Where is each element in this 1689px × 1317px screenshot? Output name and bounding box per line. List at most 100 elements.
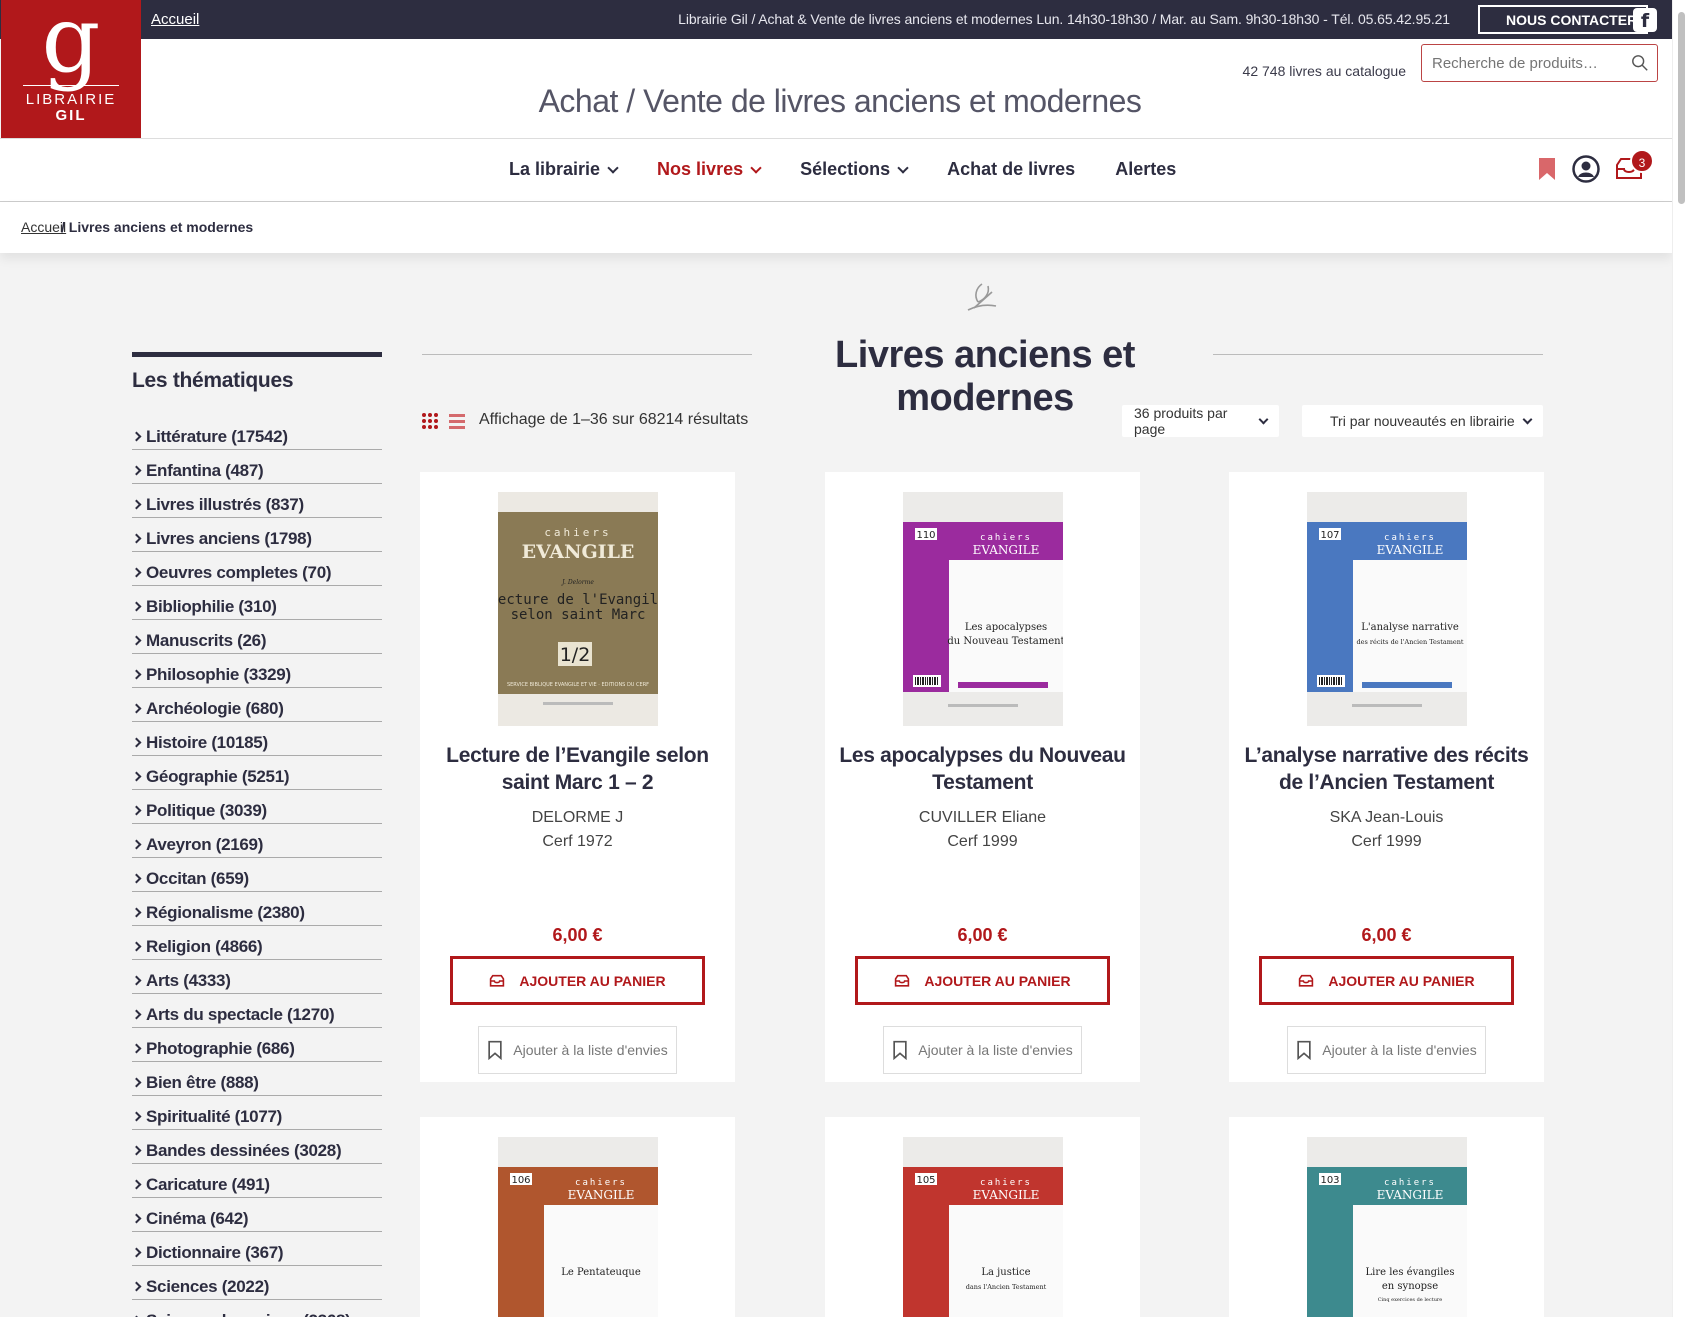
logo-line2: GIL (55, 107, 87, 124)
sidebar-category-item[interactable]: Dictionnaire (367) (131, 1232, 382, 1266)
svg-text:cahiers: cahiers (544, 526, 611, 539)
grid-view-icon[interactable] (421, 412, 439, 430)
sidebar-category-item[interactable]: Livres anciens (1798) (131, 518, 382, 552)
sidebar-title: Les thématiques (132, 369, 294, 392)
chevron-right-icon (131, 1077, 142, 1088)
top-home-link[interactable]: Accueil (151, 11, 199, 28)
svg-text:cahiers: cahiers (980, 533, 1032, 543)
product-title[interactable]: Lecture de l’Evangile selon saint Marc 1… (430, 742, 725, 796)
book-cover-image[interactable]: cahiers EVANGILE J. Delorme lecture de l'Ev… (498, 492, 658, 726)
breadcrumb-home[interactable]: Accueil (21, 219, 66, 235)
add-to-cart-button[interactable]: AJOUTER AU PANIER (1259, 956, 1514, 1005)
account-icon[interactable] (1572, 155, 1600, 183)
sidebar-category-item[interactable]: Manuscrits (26) (131, 620, 382, 654)
chevron-down-icon (607, 161, 619, 174)
wishlist-label: Ajouter à la liste d'envies (918, 1042, 1073, 1058)
sidebar-category-item[interactable]: Archéologie (680) (131, 688, 382, 722)
sidebar-category-item[interactable]: Aveyron (2169) (131, 824, 382, 858)
product-title[interactable]: L’analyse narrative des récits de l’Anci… (1239, 742, 1534, 796)
add-to-wishlist-button[interactable]: Ajouter à la liste d'envies (1287, 1026, 1486, 1074)
book-cover-image[interactable]: 107 cahiersEVANGILE L'analyse narrative des… (1307, 492, 1467, 726)
product-card[interactable]: 105 cahiers EVANGILE La justice dans l'Ancie… (825, 1117, 1140, 1317)
svg-text:110: 110 (916, 530, 935, 541)
chevron-right-icon (131, 533, 142, 544)
category-label: Sciences humaines (2368) (146, 1311, 351, 1317)
sidebar-category-item[interactable]: Régionalisme (2380) (131, 892, 382, 926)
scrollbar-thumb[interactable] (1678, 12, 1685, 204)
sidebar-category-item[interactable]: Livres illustrés (837) (131, 484, 382, 518)
logo-line1: LIBRAIRIE (25, 91, 117, 108)
nav-nos-livres[interactable]: Nos livres (657, 159, 762, 180)
add-to-cart-button[interactable]: AJOUTER AU PANIER (450, 956, 705, 1005)
sidebar-category-item[interactable]: Occitan (659) (131, 858, 382, 892)
sidebar-category-item[interactable]: Photographie (686) (131, 1028, 382, 1062)
sidebar-category-item[interactable]: Spiritualité (1077) (131, 1096, 382, 1130)
nav-selections[interactable]: Sélections (800, 159, 909, 180)
svg-text:des récits de l'Ancien Testame: des récits de l'Ancien Testament (1356, 638, 1463, 646)
book-cover-image[interactable]: 103 cahiersEVANGILE Lire les évangiles en s… (1307, 1137, 1467, 1317)
sidebar-category-item[interactable]: Arts du spectacle (1270) (131, 994, 382, 1028)
category-label: Arts du spectacle (1270) (146, 1004, 335, 1024)
category-label: Géographie (5251) (146, 766, 290, 786)
product-title[interactable]: Les apocalypses du Nouveau Testament (835, 742, 1130, 796)
sidebar-category-item[interactable]: Bibliophilie (310) (131, 586, 382, 620)
category-label: Littérature (17542) (146, 426, 288, 446)
product-author: SKA Jean-Louis (1329, 809, 1444, 826)
product-card[interactable]: cahiers EVANGILE J. Delorme lecture de l'Ev… (420, 472, 735, 1082)
add-to-cart-label: AJOUTER AU PANIER (924, 972, 1071, 989)
product-author: CUVILLER Eliane (918, 809, 1047, 826)
chevron-right-icon (131, 737, 142, 748)
chevron-right-icon (131, 873, 142, 884)
sidebar-category-item[interactable]: Politique (3039) (131, 790, 382, 824)
contact-button[interactable]: NOUS CONTACTER (1478, 5, 1648, 34)
add-to-wishlist-button[interactable]: Ajouter à la liste d'envies (478, 1026, 677, 1074)
nav-la-librairie[interactable]: La librairie (509, 159, 619, 180)
facebook-icon[interactable]: f (1633, 8, 1657, 32)
sidebar-category-item[interactable]: Caricature (491) (131, 1164, 382, 1198)
sort-select[interactable]: Tri par nouveautés en librairie (1302, 405, 1543, 437)
chevron-down-icon (1258, 414, 1269, 424)
sidebar-category-item[interactable]: Géographie (5251) (131, 756, 382, 790)
product-card[interactable]: 110 cahiers EVANGILE Les apocalypses du Nouv… (825, 472, 1140, 1082)
product-card[interactable]: 107 cahiers EVANGILE L'analyse narrative des… (1229, 472, 1544, 1082)
per-page-value: 36 produits par page (1134, 405, 1228, 437)
product-card[interactable]: 106 cahiers EVANGILE Le Pentateuque (420, 1117, 735, 1317)
bookmark-icon[interactable] (1538, 157, 1556, 181)
svg-text:EVANGILE: EVANGILE (568, 1188, 635, 1202)
chevron-right-icon (131, 567, 142, 578)
svg-text:107: 107 (1320, 530, 1339, 541)
svg-text:dans l'Ancien Testament: dans l'Ancien Testament (966, 1283, 1047, 1291)
search-input[interactable] (1422, 45, 1622, 81)
book-cover-image[interactable]: 110 cahiersEVANGILE Les apocalypses du Nouv… (903, 492, 1063, 726)
scrollbar[interactable] (1672, 0, 1689, 1317)
svg-text:EVANGILE: EVANGILE (1377, 1188, 1444, 1202)
book-cover-image[interactable]: 105 cahiersEVANGILE La justice dans l'Ancie… (903, 1137, 1063, 1317)
nav-achat-de-livres[interactable]: Achat de livres (947, 159, 1075, 180)
sidebar-category-item[interactable]: Bien être (888) (131, 1062, 382, 1096)
book-cover-image[interactable]: 106 cahiersEVANGILE Le Pentateuque (498, 1137, 658, 1317)
add-to-cart-button[interactable]: AJOUTER AU PANIER (855, 956, 1110, 1005)
logo[interactable]: g LIBRAIRIE GIL (1, 0, 141, 139)
chevron-right-icon (131, 941, 142, 952)
sidebar-category-item[interactable]: Cinéma (642) (131, 1198, 382, 1232)
product-card[interactable]: 103 cahiers EVANGILE Lire les évangiles en s… (1229, 1117, 1544, 1317)
sidebar-category-item[interactable]: Sciences (2022) (131, 1266, 382, 1300)
add-to-wishlist-button[interactable]: Ajouter à la liste d'envies (883, 1026, 1082, 1074)
sidebar-category-item[interactable]: Sciences humaines (2368) (131, 1300, 382, 1317)
sidebar-category-item[interactable]: Histoire (10185) (131, 722, 382, 756)
per-page-select[interactable]: 36 produits par page (1122, 405, 1279, 437)
sidebar-category-item[interactable]: Littérature (17542) (131, 416, 382, 450)
sidebar-category-item[interactable]: Arts (4333) (131, 960, 382, 994)
sidebar-category-item[interactable]: Bandes dessinées (3028) (131, 1130, 382, 1164)
search-icon[interactable] (1631, 54, 1649, 72)
sidebar-category-item[interactable]: Religion (4866) (131, 926, 382, 960)
product-price: 6,00 € (552, 925, 603, 945)
svg-text:Les apocalypses: Les apocalypses (965, 622, 1047, 633)
breadcrumb-current: / Livres anciens et modernes (61, 219, 254, 235)
sidebar-category-item[interactable]: Oeuvres completes (70) (131, 552, 382, 586)
sidebar-category-item[interactable]: Philosophie (3329) (131, 654, 382, 688)
search-box[interactable] (1421, 44, 1658, 82)
list-view-icon[interactable] (448, 412, 466, 430)
sidebar-category-item[interactable]: Enfantina (487) (131, 450, 382, 484)
nav-alertes[interactable]: Alertes (1115, 159, 1176, 180)
